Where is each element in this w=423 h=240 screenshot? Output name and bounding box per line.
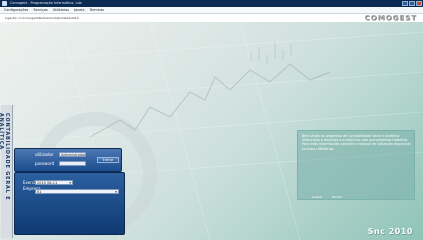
enter-button[interactable]: Entrar	[97, 157, 119, 163]
info-panel: Bem-vindo ao programa de Contabilidade G…	[297, 130, 415, 200]
user-field[interactable]: Administrador	[59, 152, 86, 157]
company-select[interactable]: 01 ▾	[35, 189, 119, 194]
chevron-down-icon: ▾	[115, 190, 117, 194]
menu-janela[interactable]: Janela	[74, 8, 84, 12]
password-field[interactable]	[59, 161, 86, 166]
login-panel: utilizador Administrador password Entrar	[14, 148, 122, 172]
chevron-down-icon: ▾	[69, 181, 71, 185]
path-bar: Ligação: C:\Comogest\Dados\Contabilidade…	[0, 15, 330, 22]
close-info-button[interactable]: Fechar	[332, 195, 342, 199]
menu-servicos[interactable]: Serviços	[33, 8, 47, 12]
menu-configuracoes[interactable]: Configurações	[4, 8, 28, 12]
company-select-value: 01	[37, 190, 42, 194]
menu-terminar[interactable]: Terminar	[89, 8, 104, 12]
path-label: Ligação:	[5, 16, 18, 20]
path-value: C:\Comogest\Dados\Contabilidade\2010	[18, 16, 79, 20]
maximize-button[interactable]	[409, 1, 415, 6]
window-title: Comogest - Programação Informática, Lda	[10, 1, 82, 5]
company-panel: Exercício 2010 08-11 ▾ Empresa 01 ▾	[14, 172, 125, 235]
info-text: Bem-vindo ao programa de Contabilidade G…	[302, 134, 411, 151]
module-label: CONTABILIDADE GERAL E ANALÍTICA	[0, 113, 10, 201]
year-select[interactable]: 2010 08-11 ▾	[35, 180, 73, 185]
close-button[interactable]	[416, 1, 422, 6]
password-label: password	[35, 161, 54, 166]
accept-button[interactable]: Aceitar	[312, 195, 323, 199]
title-bar: Comogest - Programação Informática, Lda	[0, 0, 423, 7]
app-icon	[2, 1, 7, 6]
user-label: utilizador	[35, 152, 54, 157]
company-logo: COMOGEST	[364, 14, 417, 22]
minimize-button[interactable]	[402, 1, 408, 6]
year-select-value: 2010 08-11	[37, 181, 58, 185]
product-version: Snc 2010	[367, 227, 413, 236]
menu-bar: Configurações Serviços Utilitários Janel…	[0, 7, 423, 14]
menu-utilitarios[interactable]: Utilitários	[53, 8, 69, 12]
